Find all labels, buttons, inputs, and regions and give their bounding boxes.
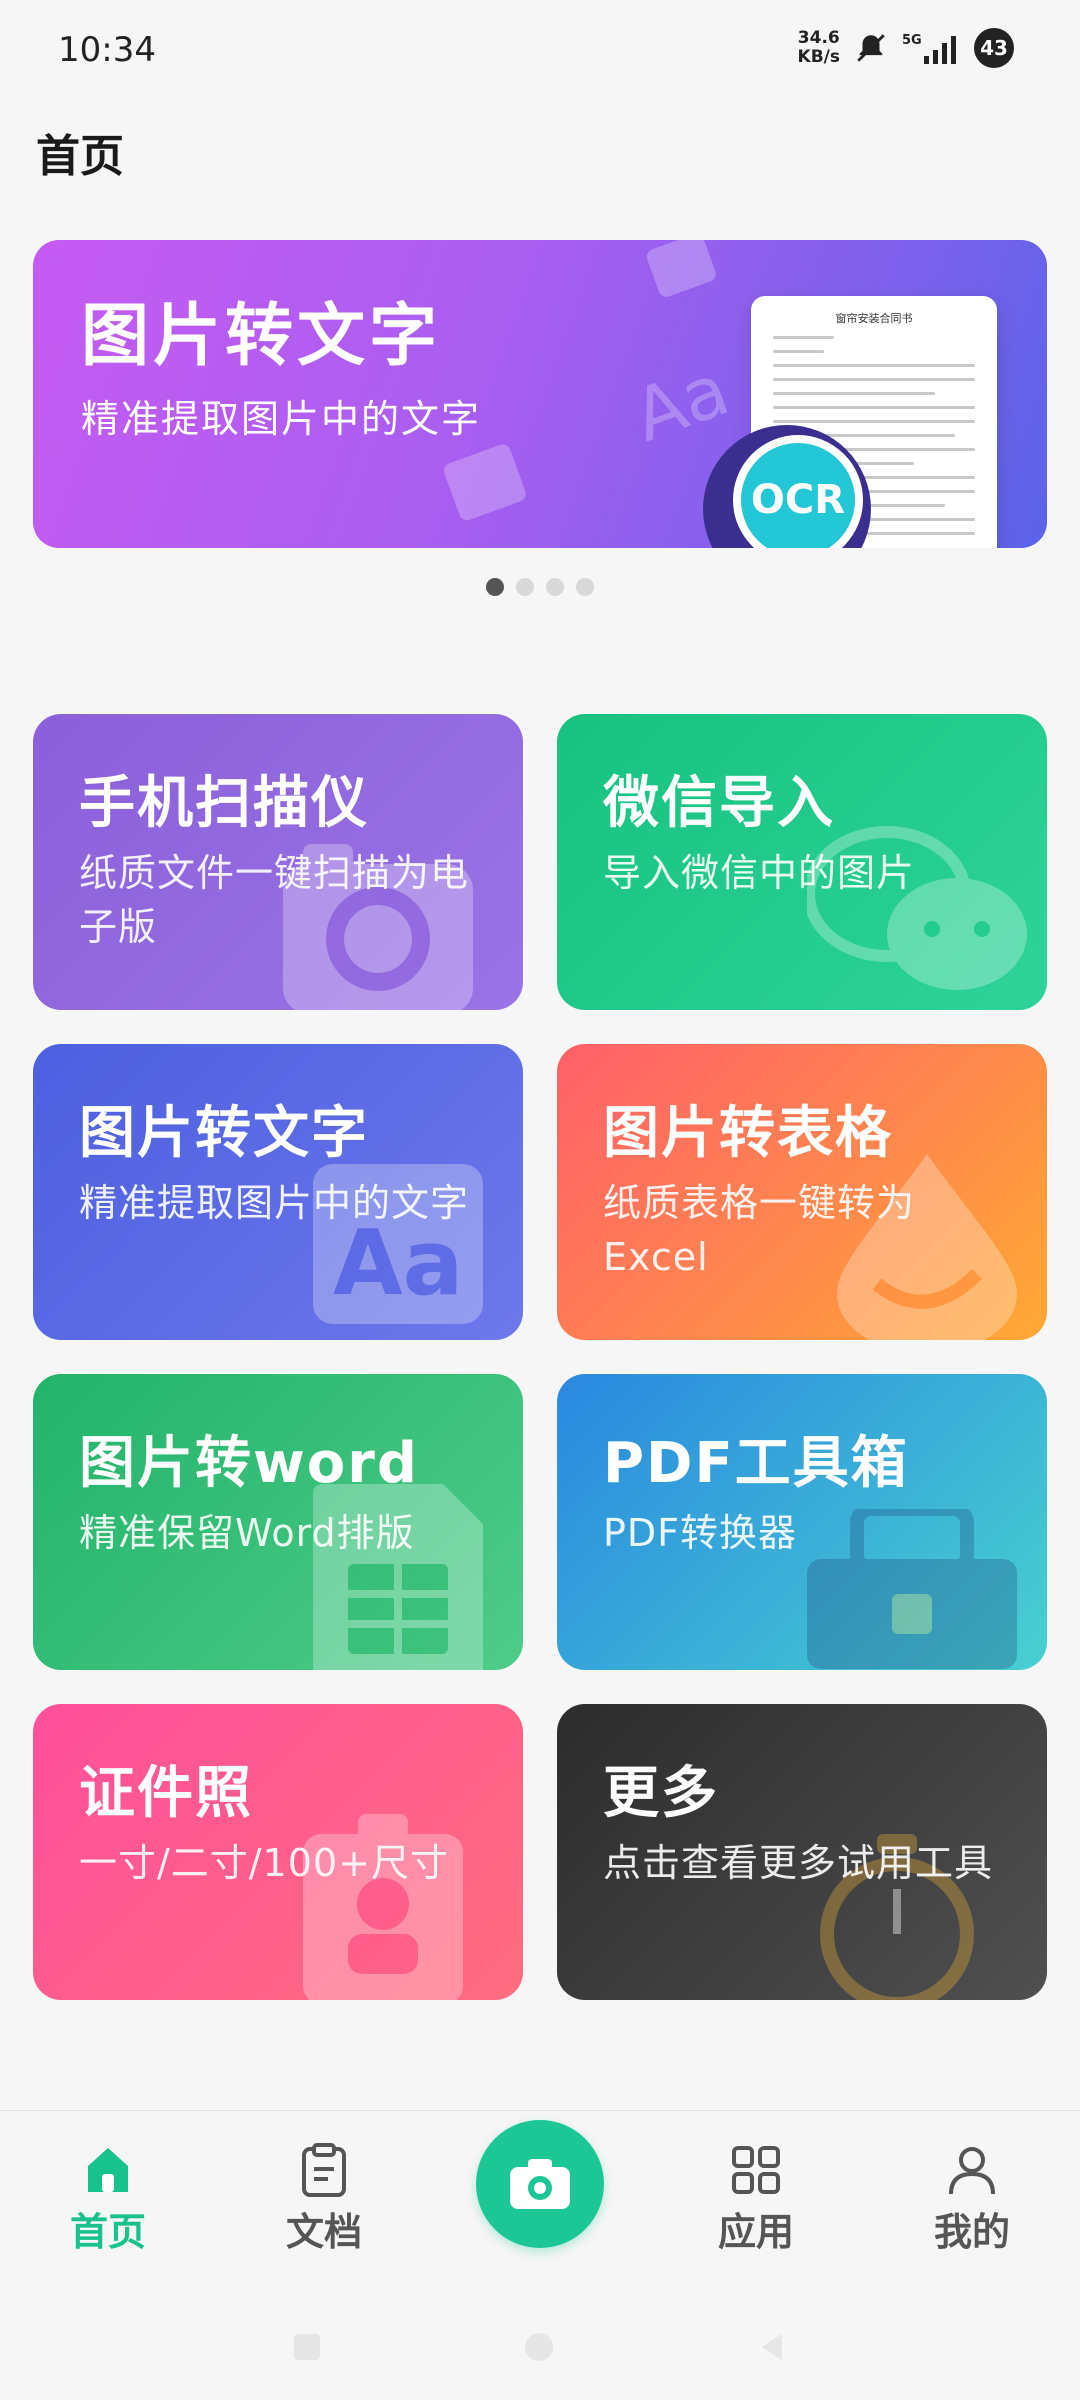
carousel-dot[interactable] xyxy=(576,578,594,596)
person-icon xyxy=(892,2141,1052,2199)
image-icon xyxy=(646,240,716,297)
svg-text:Aa: Aa xyxy=(633,360,739,450)
tool-card-image-to-text[interactable]: Aa 图片转文字 精准提取图片中的文字 xyxy=(33,1044,523,1340)
card-title: 证件照 xyxy=(79,1761,253,1826)
system-navigation xyxy=(0,2290,1080,2400)
tool-card-id-photo[interactable]: 证件照 一寸/二寸/100+尺寸 xyxy=(33,1704,523,2000)
recent-apps-button[interactable] xyxy=(290,2330,324,2364)
tool-card-wechat-import[interactable]: 微信导入 导入微信中的图片 xyxy=(557,714,1047,1010)
card-title: 手机扫描仪 xyxy=(79,771,369,836)
tool-card-image-to-word[interactable]: 图片转word 精准保留Word排版 xyxy=(33,1374,523,1670)
card-subtitle: PDF转换器 xyxy=(603,1511,798,1555)
grid-icon xyxy=(676,2141,836,2199)
tool-card-more[interactable]: 更多 点击查看更多试用工具 xyxy=(557,1704,1047,2000)
page-title: 首页 xyxy=(36,131,124,182)
network-type: 5G xyxy=(902,33,922,48)
network-speed: 34.6 KB/s xyxy=(798,29,840,67)
card-title: PDF工具箱 xyxy=(603,1431,909,1496)
home-button[interactable] xyxy=(522,2330,556,2364)
carousel-dot[interactable] xyxy=(546,578,564,596)
card-subtitle: 一寸/二寸/100+尺寸 xyxy=(79,1841,449,1885)
nav-item-apps[interactable]: 应用 xyxy=(676,2141,836,2256)
card-subtitle: 点击查看更多试用工具 xyxy=(603,1841,994,1885)
text-aa-icon: Aa xyxy=(633,360,739,450)
document-title: 窗帘安装合同书 xyxy=(835,312,913,325)
card-title: 微信导入 xyxy=(603,771,835,836)
camera-button[interactable] xyxy=(476,2120,604,2248)
status-bar: 10:34 34.6 KB/s 5G 43 xyxy=(0,0,1080,100)
tool-card-pdf-toolbox[interactable]: PDF工具箱 PDF转换器 xyxy=(557,1374,1047,1670)
banner-title: 图片转文字 xyxy=(81,297,442,376)
nav-label-mine: 我的 xyxy=(933,2210,1010,2254)
card-title: 图片转表格 xyxy=(603,1101,893,1166)
promo-banner[interactable]: Aa 图片转文字 精准提取图片中的文字 窗帘安装合同书 OCR xyxy=(33,240,1047,548)
network-speed-unit: KB/s xyxy=(797,47,840,67)
status-icons: 34.6 KB/s 5G 43 xyxy=(798,28,1014,68)
home-icon xyxy=(28,2141,188,2199)
nav-item-home[interactable]: 首页 xyxy=(28,2141,188,2256)
carousel-dot[interactable] xyxy=(486,578,504,596)
carousel-dot[interactable] xyxy=(516,578,534,596)
nav-label-home: 首页 xyxy=(69,2210,146,2254)
back-button[interactable] xyxy=(756,2330,790,2364)
image-icon xyxy=(443,444,526,521)
nav-item-docs[interactable]: 文档 xyxy=(244,2141,404,2256)
signal-icon: 5G xyxy=(902,30,960,66)
nav-label-docs: 文档 xyxy=(285,2210,362,2254)
banner-subtitle: 精准提取图片中的文字 xyxy=(81,397,482,441)
card-subtitle: 纸质文件一键扫描为电子版 xyxy=(79,851,470,949)
network-speed-value: 34.6 xyxy=(797,28,840,48)
bell-muted-icon xyxy=(854,31,888,65)
carousel-indicator xyxy=(0,578,1080,596)
battery-badge: 43 xyxy=(974,28,1014,68)
camera-icon xyxy=(510,2159,570,2209)
nav-item-mine[interactable]: 我的 xyxy=(892,2141,1052,2256)
card-subtitle: 纸质表格一键转为Excel xyxy=(603,1181,916,1279)
nav-label-apps: 应用 xyxy=(717,2210,794,2254)
clipboard-icon xyxy=(244,2141,404,2199)
card-subtitle: 导入微信中的图片 xyxy=(603,851,916,895)
tool-card-image-to-table[interactable]: 图片转表格 纸质表格一键转为Excel xyxy=(557,1044,1047,1340)
card-subtitle: 精准提取图片中的文字 xyxy=(79,1181,470,1225)
card-title: 更多 xyxy=(603,1761,719,1826)
tool-card-scanner[interactable]: 手机扫描仪 纸质文件一键扫描为电子版 xyxy=(33,714,523,1010)
card-subtitle: 精准保留Word排版 xyxy=(79,1511,415,1555)
card-title: 图片转word xyxy=(79,1431,419,1496)
status-time: 10:34 xyxy=(58,30,156,70)
card-title: 图片转文字 xyxy=(79,1101,369,1166)
